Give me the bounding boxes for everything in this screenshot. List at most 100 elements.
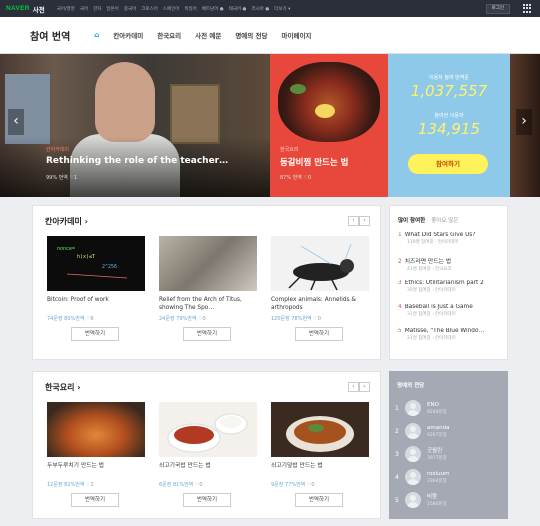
translate-button[interactable]: 번역하기	[183, 327, 231, 341]
user-name[interactable]: 비뭄	[427, 494, 447, 501]
avatar	[405, 469, 421, 485]
top-bar: NAVER 사전 국어/영영 국어 한자 일본어 중국어 크로스어 스페인어 독…	[0, 0, 540, 17]
prev-page-icon[interactable]: ‹	[348, 216, 359, 226]
content-card[interactable]: 쇠고기국밥 만드는 법 6문장 81%번역 ♡0 번역하기	[159, 402, 259, 507]
content-card[interactable]: 두부두루치기 만드는 법 12문장 82%번역 ♡2 번역하기	[47, 402, 147, 507]
tab-most-participated[interactable]: 많이 참여한	[398, 216, 425, 224]
hero-slide-galbi[interactable]: 한국요리 등갈비찜 만드는 법 87% 번역 ♡0	[270, 54, 388, 197]
ranking-item[interactable]: 3 Ethics: Utilitarianism part 2 35명 참여중 ·…	[398, 280, 503, 293]
tab-korean-cooking[interactable]: 한국요리	[157, 30, 181, 40]
tab-hall-of-fame[interactable]: 명예의 전당	[235, 30, 267, 40]
ranking-title[interactable]: Ethics: Utilitarianism part 2	[405, 280, 484, 286]
top-nav-item[interactable]: 국어/영영	[57, 6, 75, 12]
hall-of-fame-title[interactable]: 명예의 전당	[397, 381, 424, 389]
translate-button[interactable]: 번역하기	[183, 493, 231, 507]
ranked-user[interactable]: 4 roxluum 3364문장	[395, 466, 503, 488]
ranked-user[interactable]: 3 굿월린 3977문장	[395, 443, 503, 465]
user-name[interactable]: ENO	[427, 402, 447, 409]
translate-button[interactable]: 번역하기	[295, 493, 343, 507]
card-likes: ♡0	[194, 482, 203, 488]
next-page-icon[interactable]: ›	[359, 382, 370, 392]
app-grid-icon[interactable]	[523, 4, 532, 13]
participate-button[interactable]: 참여하기	[408, 154, 488, 174]
content-card[interactable]: Relief from the Arch of Titus, showing T…	[159, 236, 259, 341]
translate-button[interactable]: 번역하기	[71, 493, 119, 507]
section-title[interactable]: 칸아카데미 ›	[45, 216, 88, 227]
korean-cooking-section: 한국요리 › ‹ › 두부두루치기 만드는 법 12문장 82%번역 ♡2 번역…	[32, 371, 381, 519]
card-title[interactable]: 두부두루치기 만드는 법	[47, 462, 147, 480]
card-thumbnail[interactable]: nonce= h(x)≤T 2^256	[47, 236, 145, 291]
content-card[interactable]: Complex animals: Annelids & arthropods 1…	[271, 236, 371, 341]
dictionary-logo[interactable]: 사전	[33, 4, 45, 14]
tab-khan-academy[interactable]: 칸아카데미	[113, 30, 143, 40]
card-thumbnail[interactable]	[47, 402, 145, 457]
carousel-prev-icon[interactable]: ‹	[8, 109, 24, 135]
speaker-face	[95, 62, 155, 142]
ranking-title[interactable]: 치즈라면 만드는 법	[405, 259, 451, 265]
card-title[interactable]: Relief from the Arch of Titus, showing T…	[159, 296, 259, 314]
translate-button[interactable]: 번역하기	[295, 327, 343, 341]
user-name[interactable]: 굿월린	[427, 448, 447, 455]
card-title[interactable]: Complex animals: Annelids & arthropods	[271, 296, 371, 314]
top-nav-item[interactable]: 한자	[93, 6, 101, 12]
tab-most-liked[interactable]: 좋아요 많은	[431, 216, 458, 224]
svg-text:2^256: 2^256	[102, 264, 117, 270]
section-title[interactable]: 한국요리 ›	[45, 382, 81, 393]
page-title[interactable]: 참여 번역	[30, 28, 70, 43]
khan-academy-section: 칸아카데미 › ‹ › nonce= h(x)≤T 2^256 Bitcoin:…	[32, 205, 381, 360]
ranking-title[interactable]: Baseball is Just a Game	[405, 304, 473, 310]
card-thumbnail[interactable]	[271, 236, 369, 291]
ranking-title[interactable]: Matisse, "The Blue Windo…	[405, 328, 485, 334]
next-page-icon[interactable]: ›	[359, 216, 370, 226]
content-card[interactable]: nonce= h(x)≤T 2^256 Bitcoin: Proof of wo…	[47, 236, 147, 341]
user-sentence-count: 2580문장	[427, 501, 447, 507]
ranked-user[interactable]: 1 ENO 9244문장	[395, 397, 503, 419]
slide-title[interactable]: 등갈비찜 만드는 법	[280, 156, 348, 168]
ranking-meta: 31명 참여중 · 칸아카데미	[407, 312, 456, 317]
tab-my-page[interactable]: 마이페이지	[282, 30, 312, 40]
translate-button[interactable]: 번역하기	[71, 327, 119, 341]
tab-dictionary-examples[interactable]: 사전 예문	[195, 30, 221, 40]
total-users-label: 참여한 이용자	[434, 113, 464, 119]
card-thumbnail[interactable]	[271, 402, 369, 457]
card-thumbnail[interactable]	[159, 236, 257, 291]
card-progress: 12문장 82%번역	[47, 482, 85, 488]
user-sentence-count: 4267문장	[427, 432, 447, 438]
top-nav-item[interactable]: 스페인어	[163, 6, 180, 12]
user-name[interactable]: amanda	[427, 425, 449, 432]
card-progress: 24문장 79%번역	[159, 316, 197, 322]
top-nav-item[interactable]: 러시아 ●	[251, 6, 269, 12]
prev-page-icon[interactable]: ‹	[348, 382, 359, 392]
home-icon[interactable]: ⌂	[94, 31, 99, 39]
slide-title[interactable]: Rethinking the role of the teacher…	[46, 156, 228, 166]
card-title[interactable]: Bitcoin: Proof of work	[47, 296, 147, 314]
top-nav: 국어/영영 국어 한자 일본어 중국어 크로스어 스페인어 독일어 베트남어 ●…	[57, 6, 291, 12]
hero-slide-teacher[interactable]: 칸아카데미 Rethinking the role of the teacher…	[0, 54, 270, 197]
top-nav-item[interactable]: 태국어 ●	[229, 6, 247, 12]
login-button[interactable]: 로그인	[485, 4, 510, 14]
top-nav-item[interactable]: 베트남어 ●	[202, 6, 224, 12]
card-title[interactable]: 쇠고기국밥 만드는 법	[159, 462, 259, 480]
top-nav-item[interactable]: 국어	[80, 6, 88, 12]
top-nav-item[interactable]: 더보기 ▾	[274, 6, 290, 12]
ranked-user[interactable]: 2 amanda 4267문장	[395, 420, 503, 442]
top-nav-item[interactable]: 독일어	[184, 6, 196, 12]
ranked-user[interactable]: 5 비뭄 2580문장	[395, 489, 503, 511]
top-nav-item[interactable]: 크로스어	[141, 6, 158, 12]
naver-logo[interactable]: NAVER	[6, 5, 30, 12]
user-name[interactable]: roxluum	[427, 471, 449, 478]
card-thumbnail[interactable]	[159, 402, 257, 457]
ranking-item[interactable]: 5 Matisse, "The Blue Windo… 21명 참여중 · 칸아카…	[398, 328, 503, 341]
section-pager: ‹ ›	[348, 382, 370, 392]
ranking-item[interactable]: 1 What Did Stars Give Us? 119명 참여중 · 칸아카데…	[398, 232, 503, 245]
ranking-item[interactable]: 2 치즈라면 만드는 법 41명 참여중 · 한국요리	[398, 256, 503, 272]
carousel-next-icon[interactable]: ›	[516, 109, 532, 135]
popular-sidebar: 많이 참여한 좋아요 많은 1 What Did Stars Give Us? 1…	[389, 205, 508, 360]
top-nav-item[interactable]: 중국어	[124, 6, 136, 12]
content-card[interactable]: 쇠고기덮밥 만드는 법 9문장 77%번역 ♡0 번역하기	[271, 402, 371, 507]
ranking-title[interactable]: What Did Stars Give Us?	[405, 232, 476, 238]
top-nav-item[interactable]: 일본어	[106, 6, 118, 12]
user-sentence-count: 9244문장	[427, 409, 447, 415]
card-title[interactable]: 쇠고기덮밥 만드는 법	[271, 462, 371, 480]
ranking-item[interactable]: 4 Baseball is Just a Game 31명 참여중 · 칸아카데미	[398, 304, 503, 317]
